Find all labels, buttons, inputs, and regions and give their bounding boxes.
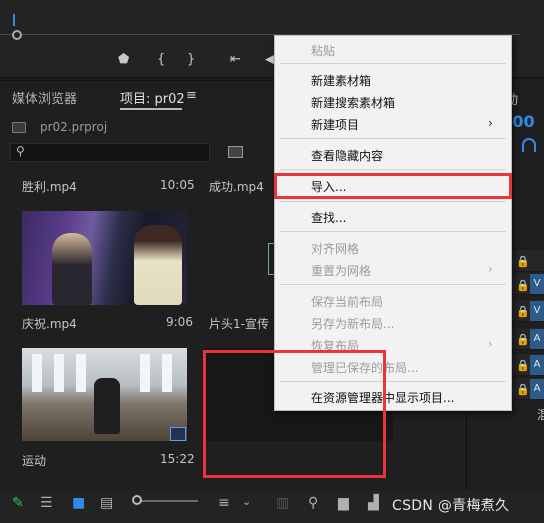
find-icon[interactable]: ⚲ <box>308 495 318 511</box>
track-label[interactable]: V <box>530 301 544 321</box>
submenu-arrow-icon: › <box>488 116 493 130</box>
search-icon: ⚲ <box>16 144 25 158</box>
lock-icon[interactable]: 🔒 <box>516 383 530 396</box>
search-input[interactable] <box>10 143 210 162</box>
tab-project[interactable]: 项目: pr02 <box>120 88 185 107</box>
project-file-name: pr02.prproj <box>40 120 108 134</box>
submenu-arrow-icon: › <box>488 262 493 276</box>
freeform-view-icon[interactable]: ▤ <box>100 495 113 511</box>
menu-separator <box>280 201 506 202</box>
zoom-slider-track[interactable] <box>140 500 198 502</box>
tab-media-browser[interactable]: 媒体浏览器 <box>12 88 77 107</box>
chevron-down-icon[interactable]: ⌄ <box>242 495 251 508</box>
menu-item-paste[interactable]: 粘贴 <box>311 42 335 59</box>
track-label[interactable]: A <box>530 379 544 399</box>
lock-icon[interactable]: 🔒 <box>516 305 530 318</box>
window <box>54 354 64 392</box>
playhead-knob[interactable] <box>12 30 22 40</box>
lock-icon[interactable]: 🔒 <box>516 255 530 268</box>
clip-name: 庆祝.mp4 <box>22 317 77 331</box>
active-tab-indicator <box>120 108 182 110</box>
menu-item-align-to-grid[interactable]: 对齐网格 <box>311 240 359 257</box>
go-to-in-icon[interactable]: ⇤ <box>230 52 241 67</box>
lock-icon[interactable]: 🔒 <box>516 359 530 372</box>
add-marker-icon[interactable]: ⬟ <box>118 52 129 67</box>
menu-separator <box>280 231 506 232</box>
track-label[interactable]: A <box>530 355 544 375</box>
watermark: CSDN @青梅煮久 <box>392 498 510 514</box>
clip-name: 片头1-宣传 <box>209 317 269 331</box>
person-figure <box>134 225 182 305</box>
person-figure <box>94 378 120 434</box>
mark-out-icon[interactable]: } <box>187 52 195 67</box>
icon-view-icon[interactable]: ■ <box>72 495 85 511</box>
annotation-box-import <box>274 173 512 199</box>
window <box>140 354 150 392</box>
menu-separator <box>280 284 506 285</box>
clip-name: 成功.mp4 <box>209 180 264 194</box>
new-search-bin-icon[interactable] <box>228 146 243 158</box>
menu-item-view-hidden[interactable]: 查看隐藏内容 <box>311 147 383 164</box>
clip-thumbnail-celebration[interactable] <box>22 211 187 305</box>
zoom-slider-handle[interactable] <box>132 495 142 505</box>
clip-name: 运动 <box>22 454 47 468</box>
menu-separator <box>280 138 506 139</box>
project-folder-icon <box>12 122 26 133</box>
person-figure <box>52 233 92 305</box>
track-label[interactable]: V <box>530 274 544 294</box>
window <box>162 354 172 392</box>
panel-menu-icon[interactable]: ≡ <box>186 88 197 103</box>
menu-item-find[interactable]: 查找... <box>311 209 346 226</box>
submenu-arrow-icon: › <box>488 337 493 351</box>
menu-item-new-item[interactable]: 新建项目 <box>311 116 359 133</box>
menu-item-new-bin[interactable]: 新建素材箱 <box>311 72 371 89</box>
clip-name: 胜利.mp4 <box>22 180 77 194</box>
snap-icon[interactable] <box>522 138 536 152</box>
clip-duration: 15:22 <box>160 452 195 466</box>
list-view-icon[interactable]: ☰ <box>40 495 53 511</box>
window <box>76 354 86 392</box>
menu-separator <box>280 63 506 64</box>
menu-separator <box>280 169 506 170</box>
annotation-box-drop-area <box>203 350 386 478</box>
clip-thumbnail-sports[interactable] <box>22 348 187 441</box>
window <box>32 354 42 392</box>
menu-item-save-layout[interactable]: 保存当前布局 <box>311 293 383 310</box>
mark-in-icon[interactable]: { <box>157 52 165 67</box>
track-label[interactable]: A <box>530 329 544 349</box>
pencil-icon[interactable]: ✎ <box>12 495 24 511</box>
menu-item-reset-to-grid[interactable]: 重置为网格 <box>311 262 371 279</box>
lock-icon[interactable]: 🔒 <box>516 279 530 292</box>
clip-duration: 9:06 <box>166 315 193 329</box>
sequence-badge-icon <box>170 427 186 441</box>
clip-duration: 10:05 <box>160 178 195 192</box>
menu-item-new-search-bin[interactable]: 新建搜索素材箱 <box>311 94 395 111</box>
playhead[interactable] <box>13 14 15 26</box>
mix-label: 混 <box>537 408 544 422</box>
sort-icon[interactable]: ≡ <box>218 495 230 511</box>
automate-to-sequence-icon: ▥ <box>276 495 290 511</box>
new-item-icon[interactable]: ▟ <box>368 495 379 511</box>
lock-icon[interactable]: 🔒 <box>516 333 530 346</box>
new-bin-icon[interactable]: ▆ <box>338 495 349 511</box>
menu-item-save-as-layout[interactable]: 另存为新布局... <box>311 315 394 332</box>
